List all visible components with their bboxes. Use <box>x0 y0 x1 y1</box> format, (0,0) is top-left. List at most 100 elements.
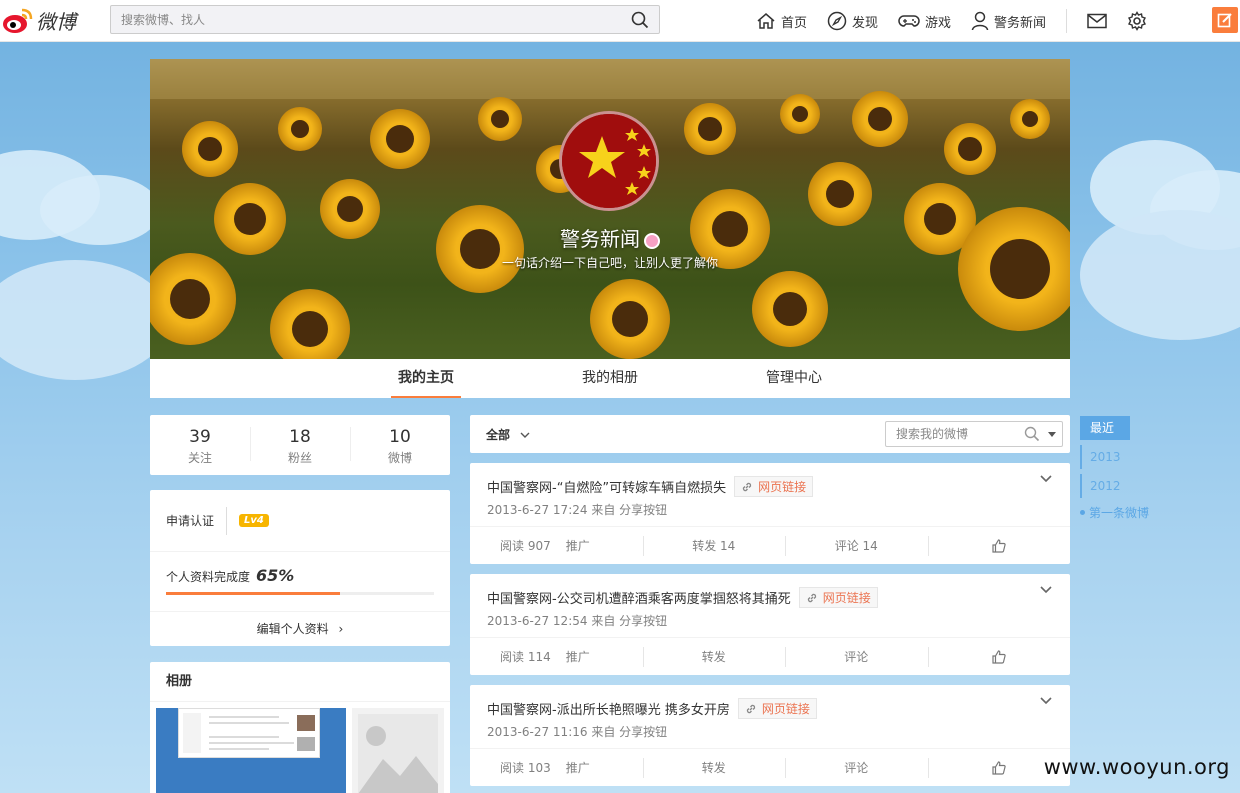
repost-button[interactable]: 转发 <box>642 638 786 675</box>
web-link-tag[interactable]: 网页链接 <box>734 476 814 497</box>
repost-button[interactable]: 转发 14 <box>642 527 786 564</box>
chevron-down-icon[interactable] <box>1038 584 1054 596</box>
weibo-logo-text: 微博 <box>36 10 76 34</box>
comment-button[interactable]: 评论 <box>785 638 928 675</box>
watermark: www.wooyun.org <box>1043 755 1230 779</box>
post-title: 中国警察网-公交司机遭醉酒乘客两度掌掴怒将其捅死 <box>487 592 791 607</box>
album-photo-thumbnail[interactable] <box>156 708 346 793</box>
nav-profile[interactable]: 警务新闻 <box>971 11 1046 31</box>
compass-icon <box>827 11 847 31</box>
level-badge[interactable]: Lv4 <box>239 514 269 527</box>
nav-home-label: 首页 <box>781 15 808 31</box>
screenshot-lines-icon <box>183 713 315 753</box>
read-count-label: 阅读 103 <box>500 761 551 775</box>
post-title: 中国警察网-“自燃险”可转嫁车辆自燃损失 <box>487 481 727 496</box>
feed-search <box>885 421 1063 447</box>
like-button[interactable] <box>927 638 1071 675</box>
global-search-input[interactable] <box>111 6 611 33</box>
nav-discover[interactable]: 发现 <box>827 11 878 31</box>
timeline-first-post[interactable]: 第一条微博 <box>1080 504 1160 521</box>
timeline-year-2013[interactable]: 2013 <box>1080 445 1160 469</box>
edit-profile-label: 编辑个人资料 <box>256 622 329 636</box>
stat-followers[interactable]: 18 粉丝 <box>250 415 350 475</box>
album-placeholder-thumbnail[interactable] <box>352 708 444 793</box>
image-placeholder-icon <box>358 726 438 793</box>
edit-profile-button[interactable]: 编辑个人资料 › <box>150 612 450 646</box>
stat-posts-label: 微博 <box>387 451 412 465</box>
timeline-year-2012[interactable]: 2012 <box>1080 474 1160 498</box>
completion-label: 个人资料完成度 <box>166 570 251 584</box>
screenshot-preview <box>178 708 320 758</box>
gear-icon <box>1128 11 1147 31</box>
nav-profile-label: 警务新闻 <box>994 15 1047 31</box>
nav-games[interactable]: 游戏 <box>898 12 951 31</box>
timeline-dot-icon <box>1080 510 1085 515</box>
compose-button[interactable] <box>1212 7 1238 33</box>
web-link-tag[interactable]: 网页链接 <box>798 587 878 608</box>
link-icon <box>807 593 816 602</box>
comment-button[interactable]: 评论 <box>785 749 928 786</box>
background-cloud <box>1080 210 1240 340</box>
tab-my-home[interactable]: 我的主页 <box>334 359 518 398</box>
nav-home[interactable]: 首页 <box>756 12 807 31</box>
weibo-eye-icon <box>2 7 34 35</box>
profile-avatar[interactable] <box>559 111 659 211</box>
stat-following[interactable]: 39 关注 <box>150 415 250 475</box>
search-type-caret-icon[interactable] <box>1048 432 1056 437</box>
timeline-recent[interactable]: 最近 <box>1080 416 1130 440</box>
web-link-label: 网页链接 <box>822 591 871 605</box>
completion-progress-fill <box>166 592 341 595</box>
stats-card: 39 关注 18 粉丝 10 微博 <box>150 415 450 475</box>
background-cloud <box>40 175 160 245</box>
promote-button[interactable]: 推广 <box>566 648 590 665</box>
messages-button[interactable] <box>1077 0 1117 42</box>
web-link-label: 网页链接 <box>761 702 810 716</box>
chevron-down-icon[interactable] <box>1038 473 1054 485</box>
post-text: 中国警察网-公交司机遭醉酒乘客两度掌掴怒将其捅死 网页链接 <box>487 587 878 608</box>
stat-followers-count: 18 <box>289 427 311 447</box>
web-link-tag[interactable]: 网页链接 <box>737 698 817 719</box>
apply-verification-link[interactable]: 申请认证 <box>166 506 228 535</box>
search-icon[interactable] <box>631 11 649 29</box>
profile-name: 警务新闻 <box>150 223 1070 252</box>
completion-progress-bar <box>166 592 434 595</box>
post-meta[interactable]: 2013-6-27 11:16 来自 分享按钮 <box>487 723 667 740</box>
promote-button[interactable]: 推广 <box>566 759 590 776</box>
search-icon[interactable] <box>1024 426 1040 445</box>
profile-tabs: 我的主页 我的相册 管理中心 <box>150 359 1070 398</box>
repost-button[interactable]: 转发 <box>642 749 786 786</box>
promote-button[interactable]: 推广 <box>566 537 590 554</box>
feed-filter-dropdown[interactable]: 全部 <box>486 426 532 443</box>
chevron-right-icon: › <box>338 622 344 636</box>
chevron-down-icon <box>520 432 530 438</box>
feed-post: 中国警察网-“自燃险”可转嫁车辆自燃损失 网页链接 2013-6-27 17:2… <box>470 463 1070 564</box>
post-meta[interactable]: 2013-6-27 12:54 来自 分享按钮 <box>487 612 667 629</box>
thumbs-up-icon <box>992 760 1006 775</box>
stat-following-label: 关注 <box>187 451 212 465</box>
feed-toolbar: 全部 <box>470 415 1070 453</box>
gamepad-icon <box>898 15 920 27</box>
nav-games-label: 游戏 <box>925 15 952 31</box>
member-badge-icon[interactable] <box>644 232 660 249</box>
nav-discover-label: 发现 <box>852 15 879 31</box>
like-button[interactable] <box>927 527 1071 564</box>
chevron-down-icon[interactable] <box>1038 695 1054 707</box>
post-meta[interactable]: 2013-6-27 17:24 来自 分享按钮 <box>487 501 667 518</box>
comment-button[interactable]: 评论 14 <box>785 527 928 564</box>
main-nav: 首页 发现 游戏 警务新闻 <box>756 0 1157 42</box>
thumbs-up-icon <box>992 538 1006 553</box>
tab-management[interactable]: 管理中心 <box>702 359 886 398</box>
weibo-logo[interactable]: 微博 <box>2 6 76 35</box>
stat-posts[interactable]: 10 微博 <box>350 415 450 475</box>
album-title[interactable]: 相册 <box>150 662 450 702</box>
settings-button[interactable] <box>1117 0 1157 42</box>
link-icon <box>742 482 752 491</box>
feed-search-input[interactable] <box>886 422 1016 446</box>
feed-post: 中国警察网-公交司机遭醉酒乘客两度掌掴怒将其捅死 网页链接 2013-6-27 … <box>470 574 1070 675</box>
timeline-nav: 最近 2013 2012 第一条微博 <box>1080 416 1160 521</box>
profile-name-text: 警务新闻 <box>560 227 640 251</box>
tab-my-album[interactable]: 我的相册 <box>518 359 702 398</box>
read-count-label: 阅读 114 <box>500 650 551 664</box>
global-search <box>110 5 660 34</box>
profile-bio[interactable]: 一句话介绍一下自己吧，让别人更了解你 <box>150 254 1070 271</box>
